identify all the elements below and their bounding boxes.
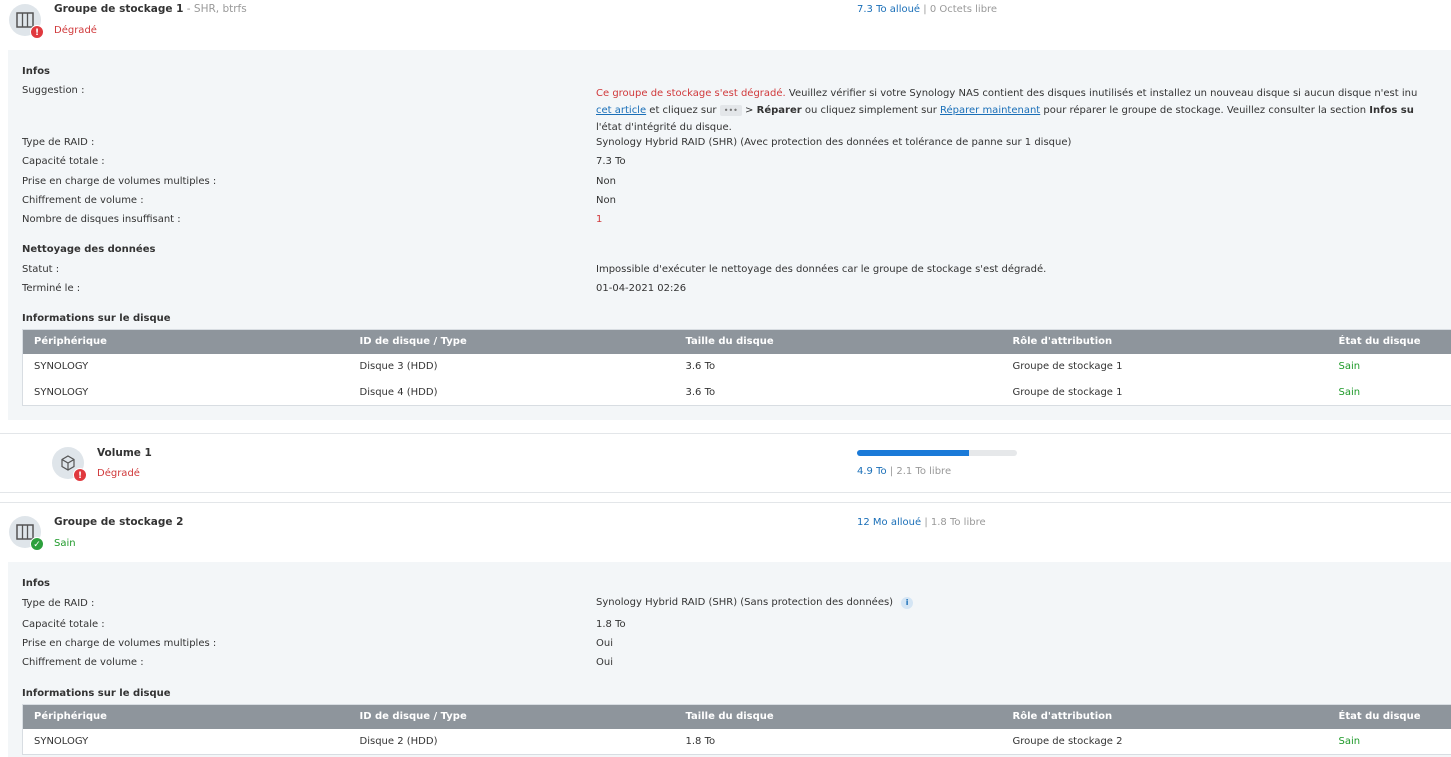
cell-role: Groupe de stockage 2 <box>1012 735 1123 747</box>
encryption-label: Chiffrement de volume : <box>22 657 144 668</box>
scrub-date-value: 01-04-2021 02:26 <box>596 283 687 294</box>
scrub-status-label: Statut : <box>22 264 60 275</box>
col-disk-id[interactable]: ID de disque / Type <box>348 704 675 729</box>
disk-table: Périphérique ID de disque / Type Taille du… <box>22 704 1451 755</box>
volume-1-row[interactable]: ! Volume 1 Dégradé 4.9 To | 2.1 To libre <box>0 434 1451 492</box>
suggestion-text: Ce groupe de stockage s'est dégradé. Veu… <box>596 88 1418 133</box>
capacity-value: 7.3 To <box>596 156 626 167</box>
pool-title: Groupe de stockage 1 - SHR, btrfs <box>54 3 247 15</box>
disk-info-heading: Informations sur le disque <box>22 688 171 699</box>
pool-2-details: Infos Type de RAID : Synology Hybrid RAI… <box>8 562 1451 757</box>
storage-pool-icon: ! <box>9 4 44 39</box>
cell-status: Sain <box>1338 735 1361 747</box>
error-badge-icon: ! <box>73 468 87 482</box>
cell-disk-id: Disque 4 (HDD) <box>359 386 438 398</box>
scrub-status-value: Impossible d'exécuter le nettoyage des d… <box>596 264 1047 275</box>
volume-usage: 4.9 To | 2.1 To libre <box>857 466 952 477</box>
more-options-icon: ••• <box>719 105 742 116</box>
col-size[interactable]: Taille du disque <box>674 704 1002 729</box>
cell-size: 1.8 To <box>685 735 716 747</box>
col-device[interactable]: Périphérique <box>22 329 349 354</box>
cell-device: SYNOLOGY <box>34 386 89 398</box>
raid-type-value: Synology Hybrid RAID (SHR) (Avec protect… <box>596 137 1072 148</box>
pool-status: Sain <box>54 538 76 549</box>
col-device[interactable]: Périphérique <box>22 704 349 729</box>
cell-size: 3.6 To <box>685 386 716 398</box>
cell-disk-id: Disque 3 (HDD) <box>359 361 438 372</box>
table-header: Périphérique ID de disque / Type Taille du… <box>22 704 1451 729</box>
suggestion-label: Suggestion : <box>22 85 85 96</box>
table-row[interactable]: SYNOLOGY Disque 2 (HDD) 1.8 To Groupe de st… <box>23 729 1451 755</box>
col-size[interactable]: Taille du disque <box>674 329 1002 354</box>
volume-status: Dégradé <box>97 468 140 479</box>
pool-title: Groupe de stockage 2 <box>54 516 184 528</box>
cell-role: Groupe de stockage 1 <box>1012 361 1123 372</box>
missing-disks-label: Nombre de disques insuffisant : <box>22 214 181 225</box>
storage-pool-2-header[interactable]: ✓ Groupe de stockage 2 Sain 12 Mo alloué… <box>0 513 1451 558</box>
divider <box>0 492 1451 493</box>
info-icon[interactable]: i <box>901 597 914 609</box>
multi-volume-label: Prise en charge de volumes multiples : <box>22 638 217 649</box>
col-status[interactable]: État du disque <box>1327 704 1451 729</box>
check-badge-icon: ✓ <box>30 537 44 551</box>
table-row[interactable]: SYNOLOGY Disque 4 (HDD) 3.6 To Groupe de st… <box>23 380 1451 406</box>
capacity-value: 1.8 To <box>596 619 626 630</box>
col-role[interactable]: Rôle d'attribution <box>1001 704 1328 729</box>
cell-disk-id: Disque 2 (HDD) <box>359 735 438 747</box>
infos-heading: Infos <box>22 578 51 589</box>
encryption-value: Oui <box>596 657 613 668</box>
table-header: Périphérique ID de disque / Type Taille du… <box>22 329 1451 354</box>
missing-disks-value: 1 <box>596 214 603 225</box>
col-role[interactable]: Rôle d'attribution <box>1001 329 1328 354</box>
encryption-value: Non <box>596 195 616 206</box>
raid-type-label: Type de RAID : <box>22 137 95 148</box>
pool-usage: 12 Mo alloué | 1.8 To libre <box>857 517 986 528</box>
col-disk-id[interactable]: ID de disque / Type <box>348 329 675 354</box>
pool-status: Dégradé <box>54 25 97 36</box>
cell-size: 3.6 To <box>685 361 716 372</box>
table-row[interactable]: SYNOLOGY Disque 3 (HDD) 3.6 To Groupe de st… <box>23 354 1451 380</box>
error-badge-icon: ! <box>30 25 44 39</box>
scrub-heading: Nettoyage des données <box>22 244 156 255</box>
cell-status: Sain <box>1338 361 1361 372</box>
raid-type-label: Type de RAID : <box>22 598 95 609</box>
divider <box>0 502 1451 503</box>
cell-role: Groupe de stockage 1 <box>1012 386 1123 398</box>
multi-volume-value: Oui <box>596 638 613 649</box>
pool-1-details: Infos Suggestion : Ce groupe de stockage… <box>8 50 1451 420</box>
storage-pool-icon: ✓ <box>9 516 44 551</box>
cell-device: SYNOLOGY <box>34 735 89 747</box>
disk-table: Périphérique ID de disque / Type Taille du… <box>22 329 1451 406</box>
repair-now-link[interactable]: Réparer maintenant <box>940 105 1040 116</box>
raid-type-value: Synology Hybrid RAID (SHR) (Sans protect… <box>596 597 914 609</box>
article-link[interactable]: cet article <box>596 105 646 116</box>
volume-usage-bar <box>857 450 1017 456</box>
multi-volume-value: Non <box>596 176 616 187</box>
disk-info-heading: Informations sur le disque <box>22 313 171 324</box>
storage-pool-1-header[interactable]: ! Groupe de stockage 1 - SHR, btrfs Dégr… <box>0 0 1451 45</box>
capacity-label: Capacité totale : <box>22 619 105 630</box>
volume-usage-fill <box>857 450 969 456</box>
scrub-date-label: Terminé le : <box>22 283 81 294</box>
cell-status: Sain <box>1338 386 1361 398</box>
capacity-label: Capacité totale : <box>22 156 105 167</box>
infos-heading: Infos <box>22 66 51 77</box>
volume-title: Volume 1 <box>97 447 152 459</box>
col-status[interactable]: État du disque <box>1327 329 1451 354</box>
encryption-label: Chiffrement de volume : <box>22 195 144 206</box>
cell-device: SYNOLOGY <box>34 361 89 372</box>
volume-icon: ! <box>52 447 87 482</box>
multi-volume-label: Prise en charge de volumes multiples : <box>22 176 217 187</box>
pool-usage: 7.3 To alloué | 0 Octets libre <box>857 4 998 15</box>
